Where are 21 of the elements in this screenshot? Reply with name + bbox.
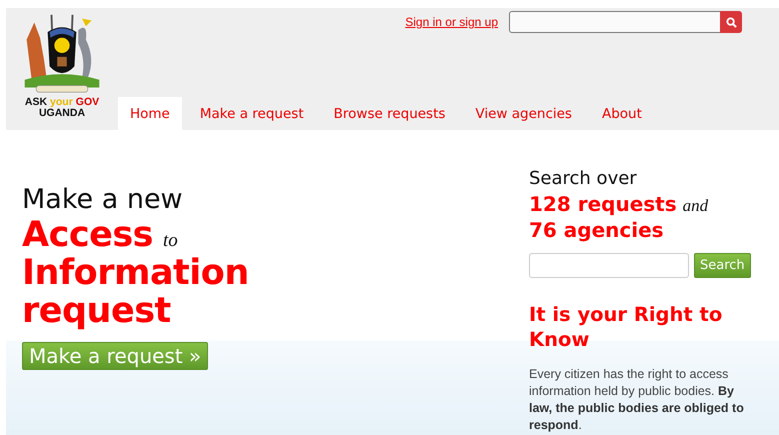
hero-title: Access <box>22 216 153 254</box>
nav-tab[interactable]: Make a request <box>188 97 316 130</box>
logo-subtitle: UGANDA <box>38 108 86 119</box>
hero-title: Information <box>22 254 249 292</box>
search-intro: Search over <box>529 167 637 191</box>
sign-in-link[interactable]: Sign in or sign up <box>405 15 498 29</box>
hero-intro: Make a new <box>22 184 183 216</box>
requests-count: 128 requests <box>529 191 677 217</box>
count-connector: and <box>682 196 708 216</box>
right-to-know-paragraph: Every citizen has the right to access information held by public bodies. By law, the public bodies are obliged to respond. <box>529 366 744 434</box>
right-to-know-heading: It is your Right to Know <box>529 302 724 352</box>
nav-tab[interactable]: About <box>590 97 654 130</box>
agencies-count: 76 agencies <box>529 217 664 243</box>
logo-title: ASK your GOV <box>24 97 100 108</box>
hero-connector: to <box>162 230 178 252</box>
search-button[interactable]: Search <box>694 253 751 278</box>
nav-tab[interactable]: Browse requests <box>322 97 458 130</box>
hero-title: request <box>22 292 171 330</box>
make-request-button[interactable]: Make a request » <box>22 342 208 370</box>
nav-tab[interactable]: View agencies <box>463 97 584 130</box>
nav-tab[interactable]: Home <box>118 97 182 130</box>
